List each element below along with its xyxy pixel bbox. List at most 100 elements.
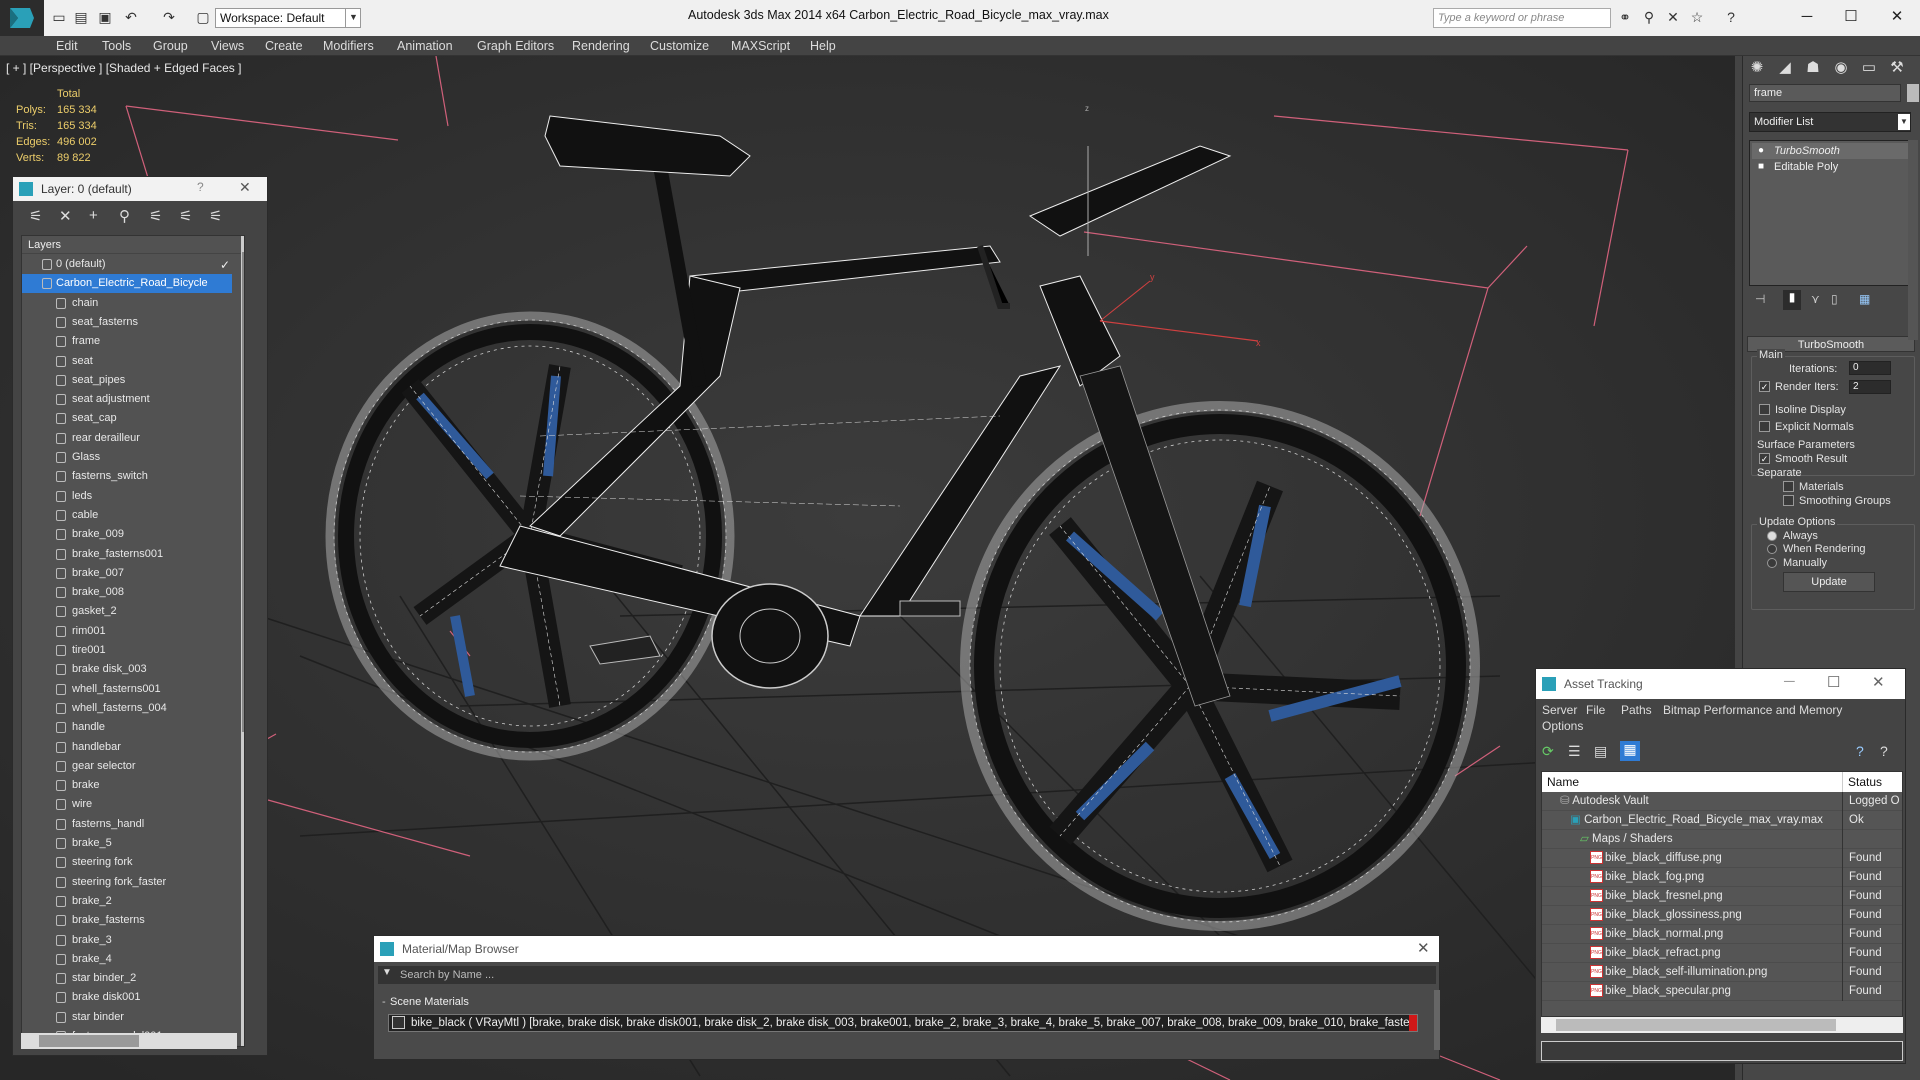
menu-views[interactable]: Views xyxy=(211,39,244,53)
object-row[interactable]: whell_fasterns001 xyxy=(22,680,232,699)
isoline-checkbox[interactable] xyxy=(1759,404,1770,415)
asset-row[interactable]: PNG bike_black_normal.png Found xyxy=(1542,925,1902,944)
mb-scrollbar[interactable] xyxy=(1434,990,1440,1050)
at-hscroll-thumb[interactable] xyxy=(1556,1019,1836,1031)
asset-row[interactable]: PNG bike_black_specular.png Found xyxy=(1542,982,1902,1001)
object-row[interactable]: gasket_2 xyxy=(22,602,232,621)
minimize-icon[interactable]: ─ xyxy=(1784,673,1795,690)
object-row[interactable]: seat_fasterns xyxy=(22,313,232,332)
object-row[interactable]: brake_fasterns xyxy=(22,911,232,930)
object-name-field[interactable]: frame xyxy=(1749,84,1901,102)
modifier-list-dropdown[interactable]: Modifier List xyxy=(1749,112,1911,132)
menu-create[interactable]: Create xyxy=(265,39,303,53)
highlight-layer-icon[interactable]: ⚟ xyxy=(149,207,162,225)
viewport-label[interactable]: [ + ] [Perspective ] [Shaded + Edged Fac… xyxy=(6,61,241,75)
asset-row[interactable]: ▱ Maps / Shaders xyxy=(1542,830,1902,849)
key-icon[interactable]: ⚲ xyxy=(1640,8,1658,26)
object-row[interactable]: brake_fasterns001 xyxy=(22,545,232,564)
object-row[interactable]: rear derailleur xyxy=(22,429,232,448)
menu-paths[interactable]: Paths xyxy=(1621,703,1652,717)
always-radio[interactable] xyxy=(1767,531,1777,541)
object-row[interactable]: gear selector xyxy=(22,757,232,776)
object-row[interactable]: steering fork_faster xyxy=(22,873,232,892)
asset-row[interactable]: ⛁ Autodesk Vault Logged O xyxy=(1542,792,1902,811)
chevron-down-icon[interactable]: ▼ xyxy=(345,8,361,28)
redo-icon[interactable]: ↷ xyxy=(160,8,178,26)
asset-row[interactable]: ▣ Carbon_Electric_Road_Bicycle_max_vray.… xyxy=(1542,811,1902,830)
menu-help[interactable]: Help xyxy=(810,39,836,53)
freeze-all-icon[interactable]: ⚟ xyxy=(209,207,222,225)
select-objects-icon[interactable]: ⚲ xyxy=(119,207,130,225)
expand-icon[interactable]: ■ xyxy=(1758,161,1764,172)
add-to-layer-icon[interactable]: + xyxy=(89,207,98,224)
object-row[interactable]: brake_4 xyxy=(22,950,232,969)
menu-maxscript[interactable]: MAXScript xyxy=(731,39,790,53)
app-logo-icon[interactable] xyxy=(0,0,44,36)
material-search-input[interactable]: Search by Name ... xyxy=(378,966,1436,984)
render-iters-checkbox[interactable]: ✓ xyxy=(1759,381,1770,392)
column-status[interactable]: Status xyxy=(1848,772,1882,792)
hierarchy-tab-icon[interactable]: ☗ xyxy=(1801,58,1825,80)
object-row[interactable]: handle xyxy=(22,718,232,737)
explicit-normals-checkbox[interactable] xyxy=(1759,421,1770,432)
asset-row[interactable]: PNG bike_black_self-illumination.png Foun… xyxy=(1542,963,1902,982)
bulb-icon[interactable]: ● xyxy=(1758,145,1764,156)
object-row[interactable]: brake_008 xyxy=(22,583,232,602)
stack-item-editable-poly[interactable]: Editable Poly xyxy=(1752,159,1908,175)
hscroll-thumb[interactable] xyxy=(39,1035,139,1047)
asset-row[interactable]: PNG bike_black_glossiness.png Found xyxy=(1542,906,1902,925)
close-icon[interactable]: ✕ xyxy=(239,179,251,196)
asset-row[interactable]: PNG bike_black_diffuse.png Found xyxy=(1542,849,1902,868)
project-folder-icon[interactable]: ▢ xyxy=(194,8,212,26)
create-tab-icon[interactable]: ✺ xyxy=(1745,58,1769,80)
help-icon[interactable]: ? xyxy=(1722,8,1740,26)
show-end-result-icon[interactable]: ▮ xyxy=(1783,290,1801,310)
manually-radio[interactable] xyxy=(1767,558,1777,568)
asset-row[interactable]: PNG bike_black_fog.png Found xyxy=(1542,868,1902,887)
object-row[interactable]: seat_cap xyxy=(22,409,232,428)
object-row[interactable]: brake disk_003 xyxy=(22,660,232,679)
scene-materials-section[interactable]: - Scene Materials xyxy=(382,994,1436,1010)
hide-all-icon[interactable]: ⚟ xyxy=(179,207,192,225)
binoculars-icon[interactable]: ⚭ xyxy=(1616,8,1634,26)
update-button[interactable]: Update xyxy=(1783,572,1875,592)
refresh-icon[interactable]: ⟳ xyxy=(1542,743,1554,760)
menu-server[interactable]: Server xyxy=(1542,703,1577,717)
materials-checkbox[interactable] xyxy=(1783,481,1794,492)
workspace-dropdown[interactable]: Workspace: Default xyxy=(215,8,361,28)
object-row[interactable]: brake_009 xyxy=(22,525,232,544)
object-row[interactable]: handlebar xyxy=(22,738,232,757)
modify-tab-icon[interactable]: ◢ xyxy=(1773,58,1797,80)
table-view-icon[interactable]: ▦ xyxy=(1620,741,1640,761)
create-layer-icon[interactable]: ⚟ xyxy=(29,207,42,225)
favorites-star-icon[interactable]: ☆ xyxy=(1688,8,1706,26)
smooth-result-checkbox[interactable]: ✓ xyxy=(1759,453,1770,464)
object-row[interactable]: star binder_2 xyxy=(22,969,232,988)
maximize-icon[interactable]: ☐ xyxy=(1836,6,1866,28)
layer-row[interactable]: 0 (default) xyxy=(22,255,232,274)
delete-layer-icon[interactable]: ✕ xyxy=(59,207,72,225)
network-icon[interactable]: ✕ xyxy=(1664,8,1682,26)
object-row[interactable]: star binder xyxy=(22,1008,232,1027)
menu-customize[interactable]: Customize xyxy=(650,39,709,53)
display-tab-icon[interactable]: ▭ xyxy=(1857,58,1881,80)
render-iters-spinner[interactable]: 2 xyxy=(1849,380,1891,394)
menu-file[interactable]: File xyxy=(1586,703,1605,717)
menu-edit[interactable]: Edit xyxy=(56,39,78,53)
object-color-swatch[interactable] xyxy=(1907,84,1919,102)
object-row[interactable]: seat xyxy=(22,352,232,371)
menu-options[interactable]: Options xyxy=(1542,719,1583,733)
stack-item-turbosmooth[interactable]: TurboSmooth xyxy=(1752,143,1908,159)
make-unique-icon[interactable]: ⋎ xyxy=(1811,292,1820,306)
object-row[interactable]: brake_5 xyxy=(22,834,232,853)
help-icon[interactable]: ? xyxy=(1856,743,1864,759)
motion-tab-icon[interactable]: ◉ xyxy=(1829,58,1853,80)
object-row[interactable]: brake xyxy=(22,776,232,795)
iterations-spinner[interactable]: 0 xyxy=(1849,361,1891,375)
object-row[interactable]: brake disk001 xyxy=(22,988,232,1007)
object-row[interactable]: steering fork xyxy=(22,853,232,872)
list-view-icon[interactable]: ☰ xyxy=(1568,743,1581,760)
pin-stack-icon[interactable]: ⊣ xyxy=(1755,292,1765,306)
undo-icon[interactable]: ↶ xyxy=(122,8,140,26)
object-row[interactable]: frame xyxy=(22,332,232,351)
